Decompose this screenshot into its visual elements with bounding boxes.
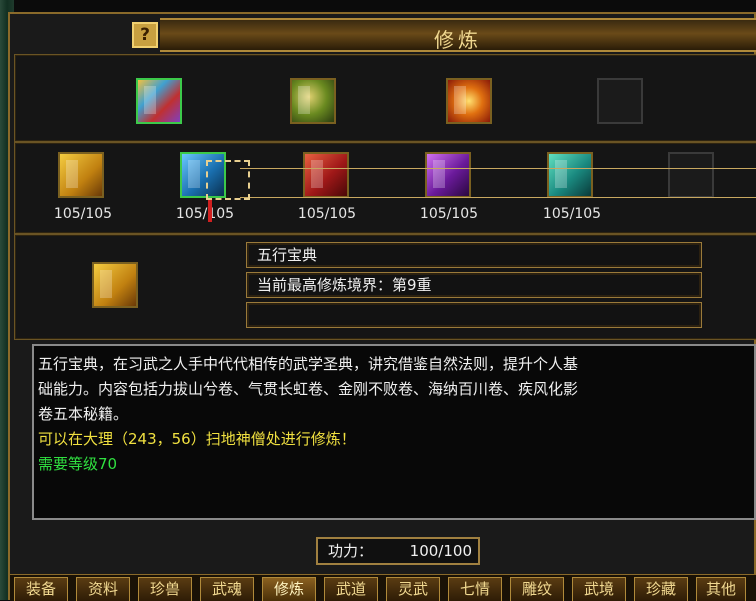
bottom-tab-bar: 装备 资料 珍兽 武魂 修炼 武道 灵武 七情 雕纹 武境 珍藏 其他	[10, 574, 756, 601]
book-count-2: 105/105	[175, 206, 235, 222]
location-text: 可以在大理（243，56）扫地神僧处进行修炼！	[38, 430, 356, 448]
green-scroll-icon[interactable]	[290, 78, 336, 124]
tab-pets[interactable]: 珍兽	[138, 577, 192, 601]
selected-book-icon	[92, 262, 138, 308]
window-title: 修炼	[434, 28, 482, 52]
empty-slot-icon[interactable]	[597, 78, 643, 124]
description-line-2: 础能力。内容包括力拔山兮卷、气贯长虹卷、金刚不败卷、海纳百川卷、疾风化影	[38, 380, 579, 398]
drag-tooltip-frame	[240, 168, 756, 198]
book-count-3: 105/105	[297, 206, 357, 222]
level-requirement: 需要等级70	[38, 455, 118, 473]
tab-other[interactable]: 其他	[696, 577, 746, 601]
description-box: 五行宝典，在习武之人手中代代相传的武学圣典，讲究借鉴自然法则，提升个人基 础能力…	[32, 344, 756, 520]
tab-martial-way[interactable]: 武道	[324, 577, 378, 601]
book-count-4: 105/105	[419, 206, 479, 222]
mouse-pointer-icon	[208, 200, 212, 222]
power-value: 100/100	[409, 542, 472, 560]
book-yellow-icon[interactable]	[58, 152, 104, 198]
book-count-5: 105/105	[542, 206, 602, 222]
fire-scroll-icon[interactable]	[446, 78, 492, 124]
title-bar: 修炼	[160, 18, 756, 52]
description-line-3: 卷五本秘籍。	[38, 405, 129, 423]
tab-realm[interactable]: 武境	[572, 577, 626, 601]
multi-book-icon[interactable]	[136, 78, 182, 124]
description-line-1: 五行宝典，在习武之人手中代代相传的武学圣典，讲究借鉴自然法则，提升个人基	[38, 355, 579, 373]
tab-equipment[interactable]: 装备	[14, 577, 68, 601]
top-icon-panel	[14, 54, 756, 142]
book-count-1: 105/105	[53, 206, 113, 222]
tab-spirit-arms[interactable]: 灵武	[386, 577, 440, 601]
extra-field	[246, 302, 702, 328]
tab-engraving[interactable]: 雕纹	[510, 577, 564, 601]
tab-profile[interactable]: 资料	[76, 577, 130, 601]
tab-soul[interactable]: 武魂	[200, 577, 254, 601]
power-label: 功力：	[328, 542, 374, 560]
tab-collection[interactable]: 珍藏	[634, 577, 688, 601]
power-display: 功力： 100/100	[316, 537, 480, 565]
help-button[interactable]: ?	[132, 22, 158, 48]
tab-emotions[interactable]: 七情	[448, 577, 502, 601]
realm-field: 当前最高修炼境界：第9重	[246, 272, 702, 298]
tab-cultivation[interactable]: 修炼	[262, 577, 316, 601]
drag-cursor-icon	[206, 160, 250, 200]
skill-name-field: 五行宝典	[246, 242, 702, 268]
